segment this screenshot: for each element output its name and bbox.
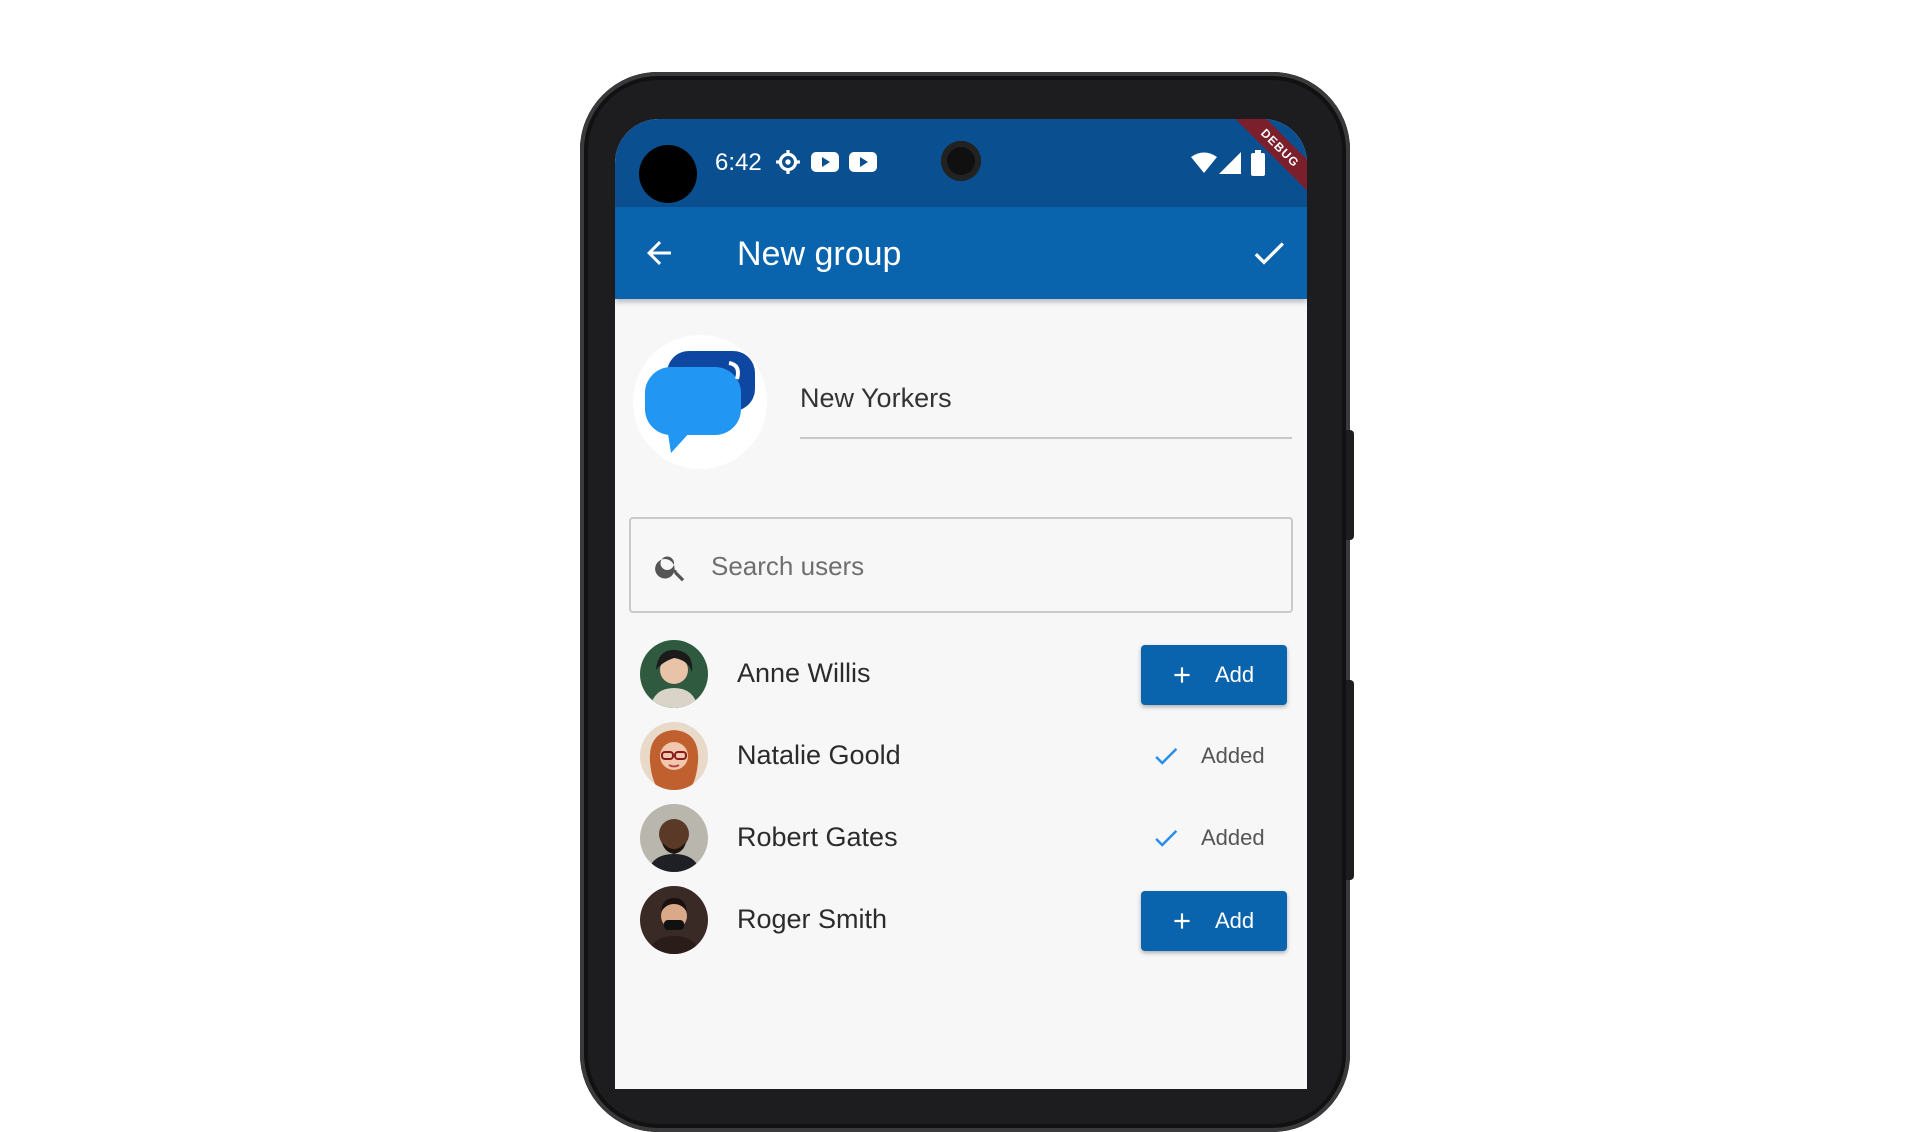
battery-icon — [1251, 150, 1265, 181]
front-camera — [941, 141, 981, 181]
check-icon — [1254, 242, 1284, 265]
user-name: Robert Gates — [737, 822, 898, 852]
signal-icon — [1219, 152, 1241, 179]
search-input[interactable] — [709, 539, 1273, 593]
settings-icon — [775, 149, 801, 180]
phone-screen: 6:42 DEBUG New group New Yorkers Search … — [615, 119, 1307, 1089]
user-row: Robert Gates Added — [615, 793, 1307, 883]
youtube-icon — [849, 152, 877, 177]
phone-side-button — [1346, 430, 1354, 540]
camera-cutout — [639, 145, 697, 203]
added-label: Added — [1201, 743, 1265, 768]
app-bar: New group — [615, 207, 1307, 299]
group-avatar[interactable] — [633, 335, 767, 469]
add-button-label: Add — [1215, 662, 1255, 687]
user-row: Anne Willis Add — [615, 629, 1307, 719]
user-name: Anne Willis — [737, 658, 871, 688]
wifi-icon — [1191, 152, 1217, 179]
user-row: Roger Smith Add — [615, 875, 1307, 965]
check-icon — [1155, 748, 1178, 765]
plus-icon — [1174, 913, 1190, 929]
chat-bubbles-icon — [645, 351, 755, 453]
added-label: Added — [1201, 825, 1265, 850]
group-name-field[interactable] — [800, 377, 1292, 439]
youtube-icon — [811, 152, 839, 177]
user-name: Natalie Goold — [737, 740, 901, 770]
avatar — [640, 804, 708, 872]
check-icon — [1155, 830, 1178, 847]
group-name-input[interactable] — [800, 377, 1292, 414]
status-bar: 6:42 DEBUG — [615, 119, 1307, 209]
avatar — [640, 640, 708, 708]
add-user-button[interactable]: Add — [1141, 891, 1287, 951]
avatar — [640, 722, 708, 790]
phone-volume-button — [1346, 680, 1354, 880]
avatar — [640, 886, 708, 954]
user-name: Roger Smith — [737, 904, 888, 934]
plus-icon — [1174, 667, 1190, 683]
added-status: Added — [1151, 821, 1291, 855]
page-title: New group — [737, 235, 902, 273]
arrow-back-icon — [647, 241, 671, 265]
add-user-button[interactable]: Add — [1141, 645, 1287, 705]
search-box[interactable] — [629, 517, 1293, 613]
add-button-label: Add — [1215, 908, 1255, 933]
status-time: 6:42 — [715, 149, 762, 176]
search-icon — [655, 556, 685, 582]
user-row: Natalie Goold Added — [615, 711, 1307, 801]
added-status: Added — [1151, 739, 1291, 773]
back-button[interactable] — [641, 235, 677, 271]
confirm-button[interactable] — [1249, 233, 1289, 273]
